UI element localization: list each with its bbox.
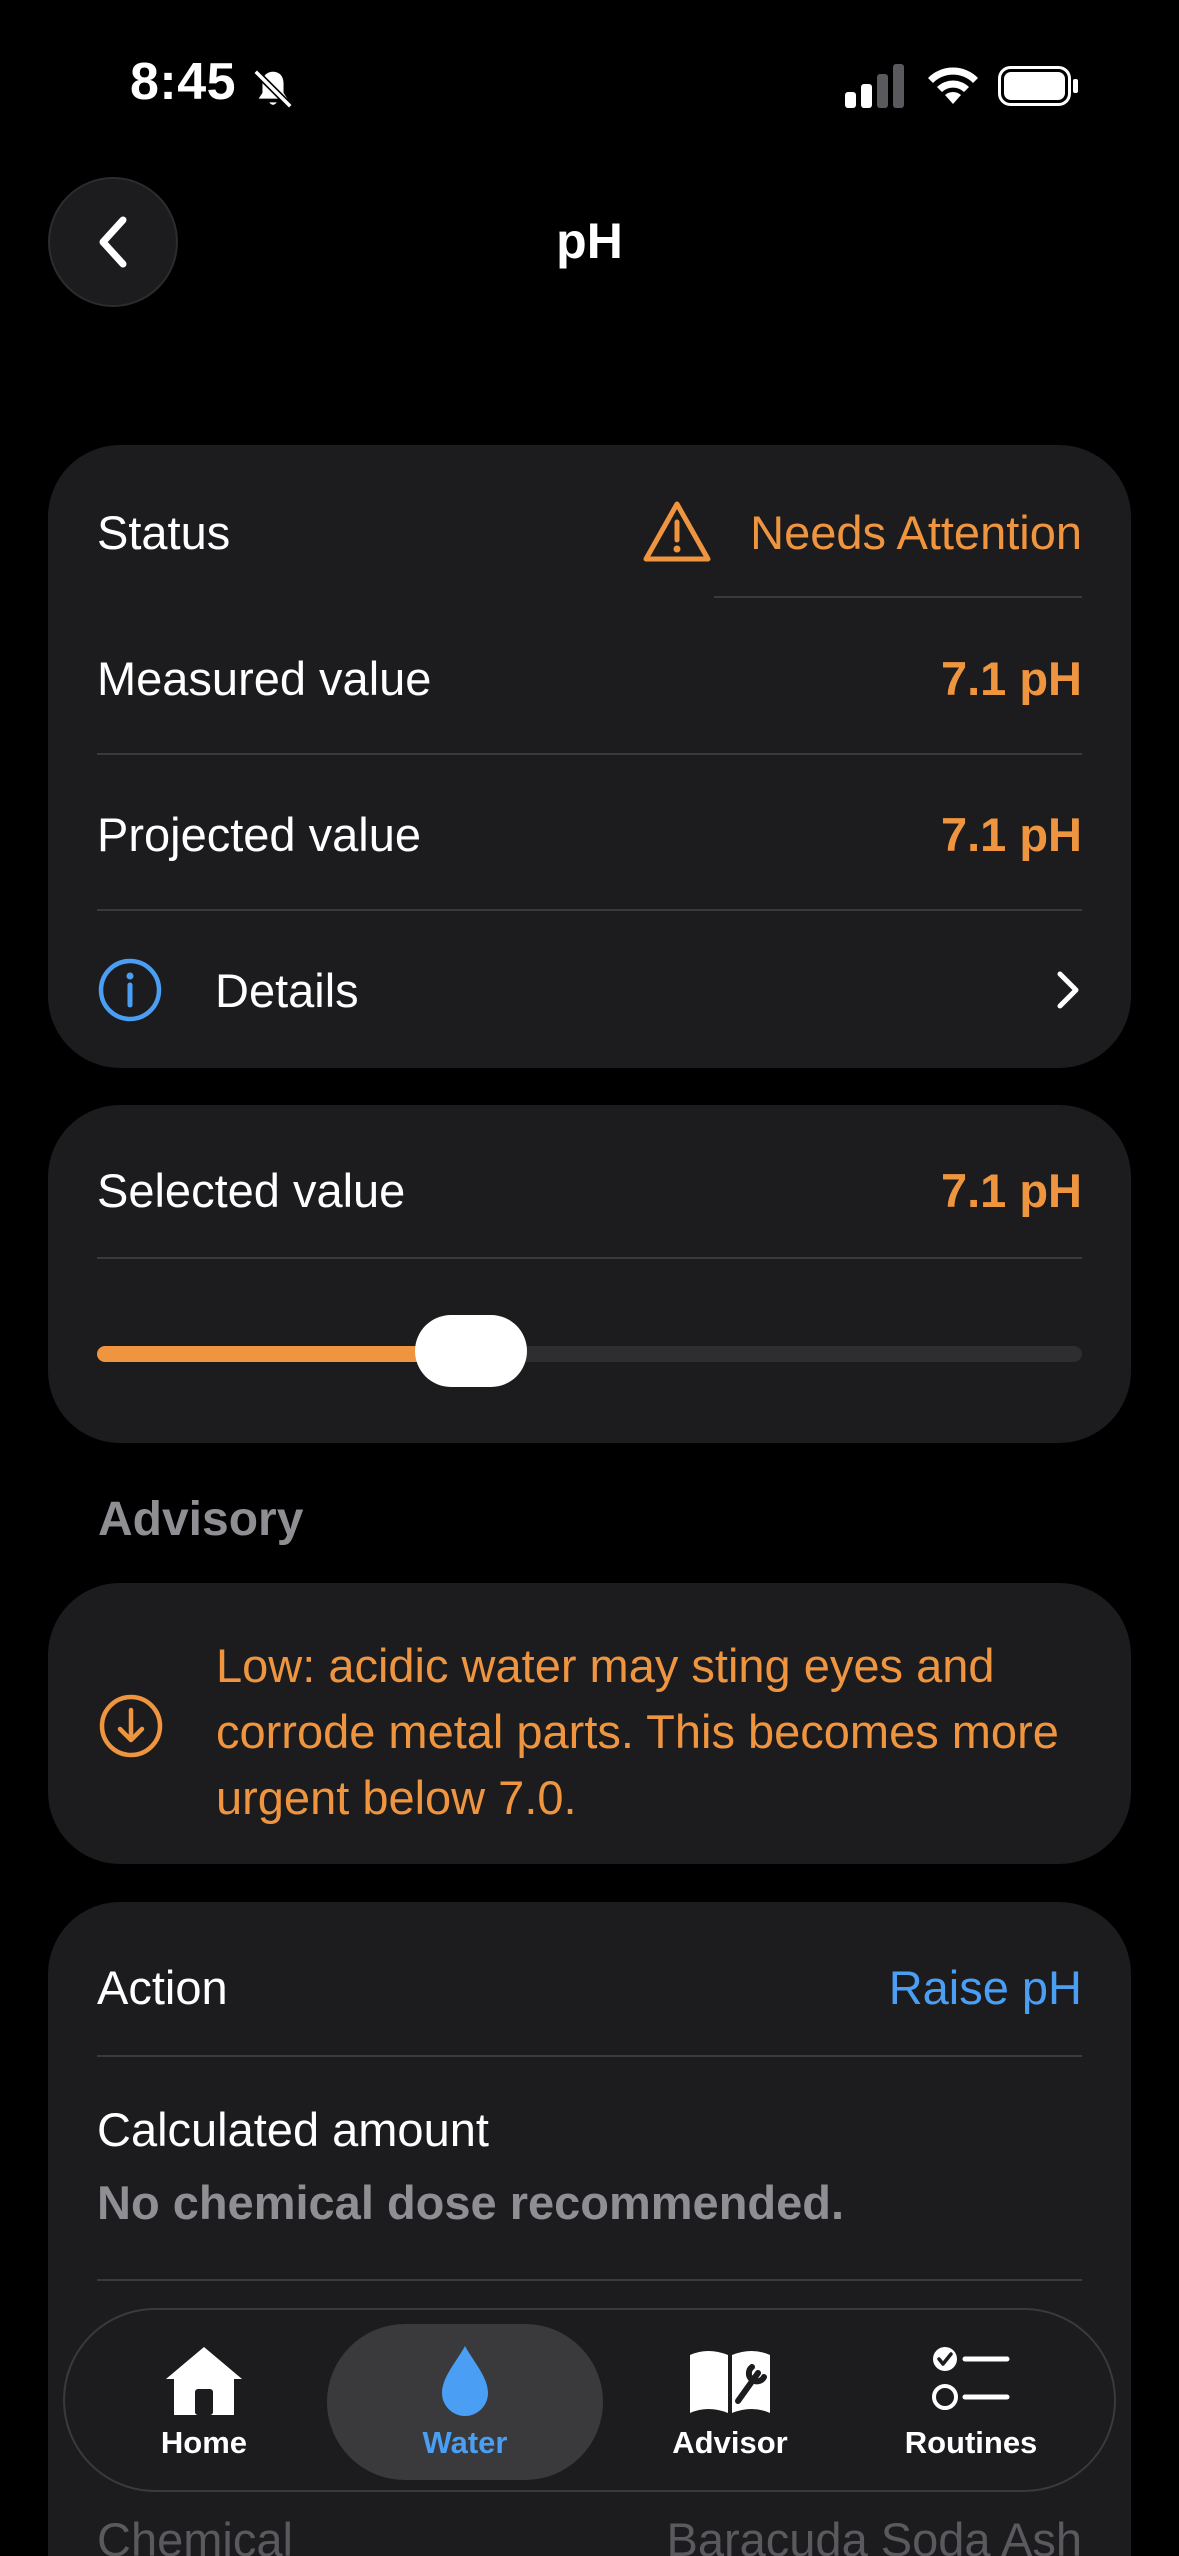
advisory-text: Low: acidic water may sting eyes and cor… xyxy=(216,1639,1059,1824)
action-label: Action xyxy=(97,1960,228,2014)
status-row: Status Needs Attention xyxy=(97,477,1082,587)
selected-value-row: Selected value 7.1 pH xyxy=(97,1135,1082,1245)
projected-value-row: Projected value 7.1 pH xyxy=(97,779,1082,889)
calculated-label: Calculated amount xyxy=(97,2103,489,2156)
tab-water-label: Water xyxy=(422,2425,508,2460)
chemical-row: Chemical Baracuda Soda Ash xyxy=(97,2484,1082,2556)
tab-bar: Home Water Advisor Routines xyxy=(63,2308,1116,2492)
house-icon xyxy=(166,2347,242,2415)
page-title: pH xyxy=(556,213,623,269)
action-row[interactable]: Action Raise pH xyxy=(97,1932,1082,2042)
advisory-card: Low: acidic water may sting eyes and cor… xyxy=(48,1583,1131,1864)
status-card: Status Needs Attention Measured value 7.… xyxy=(48,445,1131,1068)
measured-divider xyxy=(97,753,1082,755)
details-row[interactable]: Details xyxy=(97,935,1082,1045)
battery-icon xyxy=(998,66,1078,106)
advisory-section-label: Advisory xyxy=(98,1493,304,1546)
chemical-label: Chemical xyxy=(97,2512,293,2556)
measured-value: 7.1 pH xyxy=(940,651,1082,705)
status-divider xyxy=(714,596,1082,598)
selected-divider xyxy=(97,1257,1082,1259)
selected-value: 7.1 pH xyxy=(940,1163,1082,1217)
calculated-divider xyxy=(97,2279,1082,2281)
selected-value-card: Selected value 7.1 pH xyxy=(48,1105,1131,1443)
projected-divider xyxy=(97,909,1082,911)
tab-routines[interactable]: Routines xyxy=(881,2310,1061,2494)
info-circle-icon xyxy=(98,958,162,1022)
ph-detail-screen: 8:45 pH Status Needs Attention Measured … xyxy=(0,0,1179,2556)
tab-advisor[interactable]: Advisor xyxy=(647,2310,813,2494)
clock-time: 8:45 xyxy=(130,53,237,111)
book-wrench-icon xyxy=(690,2351,770,2413)
tab-home[interactable]: Home xyxy=(129,2310,279,2494)
projected-label: Projected value xyxy=(97,807,421,861)
checklist-icon xyxy=(932,2347,1010,2410)
measured-label: Measured value xyxy=(97,651,432,705)
status-value: Needs Attention xyxy=(750,505,1082,559)
action-value[interactable]: Raise pH xyxy=(889,1960,1082,2015)
bell-slash-icon xyxy=(253,69,293,109)
measured-value-row: Measured value 7.1 pH xyxy=(97,623,1082,733)
status-label: Status xyxy=(97,505,231,559)
chemical-value: Baracuda Soda Ash xyxy=(666,2512,1082,2556)
arrow-down-circle-icon xyxy=(99,1694,163,1758)
tab-routines-label: Routines xyxy=(904,2425,1038,2460)
ph-slider-thumb[interactable] xyxy=(415,1315,527,1387)
tab-advisor-label: Advisor xyxy=(672,2425,788,2460)
status-bar: 8:45 xyxy=(0,0,1179,175)
calculated-value: No chemical dose recommended. xyxy=(97,2176,845,2229)
details-label: Details xyxy=(215,963,359,1017)
chevron-right-icon xyxy=(1057,971,1079,1009)
selected-label: Selected value xyxy=(97,1163,406,1217)
projected-value: 7.1 pH xyxy=(940,807,1082,861)
action-divider xyxy=(97,2055,1082,2057)
cellular-signal-icon xyxy=(845,64,904,108)
warning-triangle-icon xyxy=(643,501,711,562)
ph-slider-track[interactable] xyxy=(97,1346,1082,1362)
droplet-icon xyxy=(442,2346,488,2416)
tab-home-label: Home xyxy=(160,2425,248,2460)
wifi-icon xyxy=(928,67,978,104)
tab-water[interactable]: Water xyxy=(327,2324,603,2480)
